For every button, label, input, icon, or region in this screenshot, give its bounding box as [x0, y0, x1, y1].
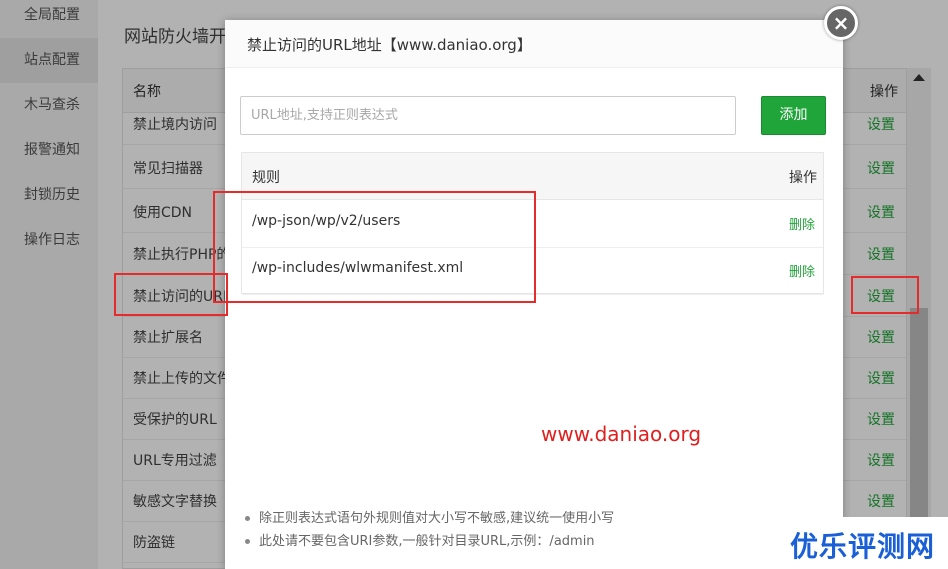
- tip-item: 除正则表达式语句外规则值对大小写不敏感,建议统一使用小写: [243, 507, 803, 530]
- close-icon[interactable]: ×: [824, 6, 858, 40]
- highlight-box-rules: [213, 191, 536, 303]
- tip-item: 此处请不要包含URI参数,一般针对目录URL,示例：/admin: [243, 530, 803, 553]
- add-button[interactable]: 添加: [761, 96, 826, 135]
- modal-title: 禁止访问的URL地址【www.daniao.org】: [247, 36, 532, 54]
- delete-link[interactable]: 删除: [789, 261, 815, 280]
- highlight-box-settings: [851, 276, 919, 314]
- site-logo-text: 优乐评测网: [790, 530, 936, 563]
- highlight-box-blocked-url: [114, 273, 228, 316]
- url-input[interactable]: [240, 96, 736, 135]
- tips-list: 除正则表达式语句外规则值对大小写不敏感,建议统一使用小写 此处请不要包含URI参…: [243, 507, 803, 553]
- column-header-rule: 规则: [252, 170, 280, 186]
- watermark-text: www.daniao.org: [541, 422, 702, 446]
- column-header-operation: 操作: [789, 170, 817, 186]
- delete-link[interactable]: 删除: [789, 214, 815, 233]
- modal-header: 禁止访问的URL地址【www.daniao.org】: [225, 20, 843, 68]
- site-logo: 优乐评测网: [786, 517, 948, 569]
